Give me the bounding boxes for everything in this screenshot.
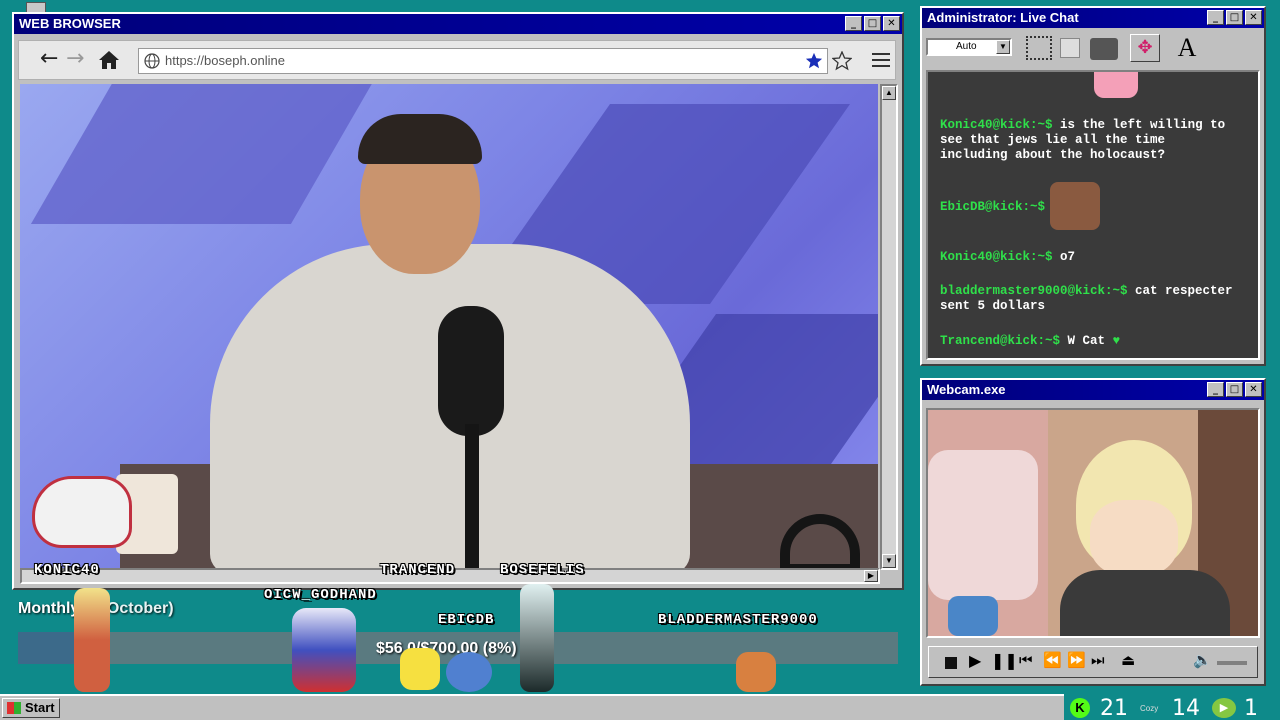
windows-logo-icon [7,702,21,714]
select-marquee-icon[interactable] [1026,36,1052,60]
webcam-window: Webcam.exe _ □ ✕ ▶ ❚❚ ⏮ ⏪ ⏩ ⏭ ⏏ 🔈 [920,378,1266,686]
eject-icon[interactable]: ⏏ [1121,651,1135,669]
chat-username: Trancend@kick:~$ [940,334,1061,348]
kick-logo-icon: K [1070,698,1090,718]
robot-sprite [292,608,356,692]
webcam-feed [926,408,1260,638]
knight-sprite [74,588,110,692]
address-bar[interactable]: https://boseph.online [138,48,828,74]
pikachu-sprite [400,648,440,690]
webcam-title: Webcam.exe [927,382,1006,397]
play-icon[interactable]: ▶ [969,651,981,670]
chat-messages: Konic40@kick:~$ is the left willing to s… [926,70,1260,360]
volume-slider[interactable] [1217,661,1247,665]
rewind-icon[interactable]: ⏪ [1043,651,1062,669]
ninja-sprite [520,584,554,692]
chat-username: Konic40@kick:~$ [940,250,1053,264]
start-button[interactable]: Start [2,698,60,718]
cozy-label: Cozy [1140,704,1159,713]
font-icon[interactable]: A [1172,34,1202,62]
rumble-viewer-count: 1 [1244,696,1258,720]
pink-cat-emote [1094,72,1138,98]
stream-video [20,84,878,570]
green-heart-icon: ♥ [1112,334,1121,348]
chat-minimize-button[interactable]: _ [1207,10,1224,25]
kick-viewer-count: 21 [1100,696,1128,720]
poliwag-sprite [446,652,492,692]
url-text: https://boseph.online [165,53,285,68]
menu-hamburger-icon[interactable] [872,53,890,67]
forward-arrow-icon[interactable]: → [66,46,84,71]
chat-message: Konic40@kick:~$ o7 [940,250,1240,265]
rumble-play-icon: ▶ [1212,698,1236,718]
font-select[interactable]: Auto ▼ [926,38,1012,56]
stop-icon[interactable] [945,657,957,669]
globe-icon [144,53,160,69]
media-controls: ▶ ❚❚ ⏮ ⏪ ⏩ ⏭ ⏏ 🔈 [928,646,1258,678]
elephant-sprite [32,476,132,548]
chat-text: W Cat [1067,334,1106,348]
goal-amount: $56.0/$700.00 (8%) [376,640,517,657]
chat-titlebar[interactable]: Administrator: Live Chat _ □ ✕ [922,8,1264,28]
webcam-maximize-button[interactable]: □ [1226,382,1243,397]
vertical-scrollbar[interactable]: ▲ ▼ [880,84,898,570]
chat-username: bladdermaster9000@kick:~$ [940,284,1128,298]
chat-message: Konic40@kick:~$ is the left willing to s… [940,118,1240,163]
skip-forward-icon[interactable]: ⏭ [1091,651,1105,669]
skip-back-icon[interactable]: ⏮ [1019,651,1033,669]
sprite-name-label: OICW_GODHAND [264,587,377,603]
face-emote [1050,182,1100,230]
cozy-viewer-count: 14 [1172,696,1200,720]
back-arrow-icon[interactable]: ← [40,46,58,71]
webcam-minimize-button[interactable]: _ [1207,382,1224,397]
browser-titlebar[interactable]: WEB BROWSER _ □ ✕ [14,14,902,34]
chat-text: o7 [1060,250,1076,264]
chat-title: Administrator: Live Chat [927,10,1079,25]
volume-icon[interactable]: 🔈 [1193,651,1212,669]
close-button[interactable]: ✕ [883,16,900,31]
browser-window: WEB BROWSER _ □ ✕ ← → https://boseph.onl… [12,12,904,590]
start-label: Start [25,700,55,715]
copy-icon[interactable] [1060,38,1080,58]
chat-username: EbicDB@kick:~$ [940,200,1046,214]
webcam-close-button[interactable]: ✕ [1245,382,1262,397]
fast-forward-icon[interactable]: ⏩ [1067,651,1086,669]
maximize-button[interactable]: □ [864,16,881,31]
chat-username: Konic40@kick:~$ [940,118,1053,132]
sprite-name-label: BOSEFELIS [500,562,585,578]
browser-title: WEB BROWSER [19,16,121,31]
live-chat-window: Administrator: Live Chat _ □ ✕ Auto ▼ ✥ … [920,6,1266,366]
sprite-name-label: BLADDERMASTER9000 [658,612,818,628]
chat-message: bladdermaster9000@kick:~$ cat respecter … [940,284,1240,314]
home-icon[interactable] [98,50,120,70]
font-select-value: Auto [956,41,977,52]
crab-sprite [736,652,776,692]
move-icon[interactable]: ✥ [1130,34,1160,62]
pause-icon[interactable]: ❚❚ [991,651,1018,670]
sprite-name-label: TRANCEND [380,562,456,578]
chat-maximize-button[interactable]: □ [1226,10,1243,25]
chat-message: Trancend@kick:~$ W Cat ♥ [940,334,1240,349]
minimize-button[interactable]: _ [845,16,862,31]
sprite-name-label: EBICDB [438,612,495,628]
taskbar: Start K 21 Cozy 14 ▶ 1 [0,694,1280,720]
webcam-titlebar[interactable]: Webcam.exe _ □ ✕ [922,380,1264,400]
chat-close-button[interactable]: ✕ [1245,10,1262,25]
sprite-name-label: KONIC40 [34,562,100,578]
paste-icon[interactable] [1090,38,1118,60]
favorites-star-icon[interactable] [832,51,852,71]
bookmark-star-icon[interactable] [805,52,823,70]
